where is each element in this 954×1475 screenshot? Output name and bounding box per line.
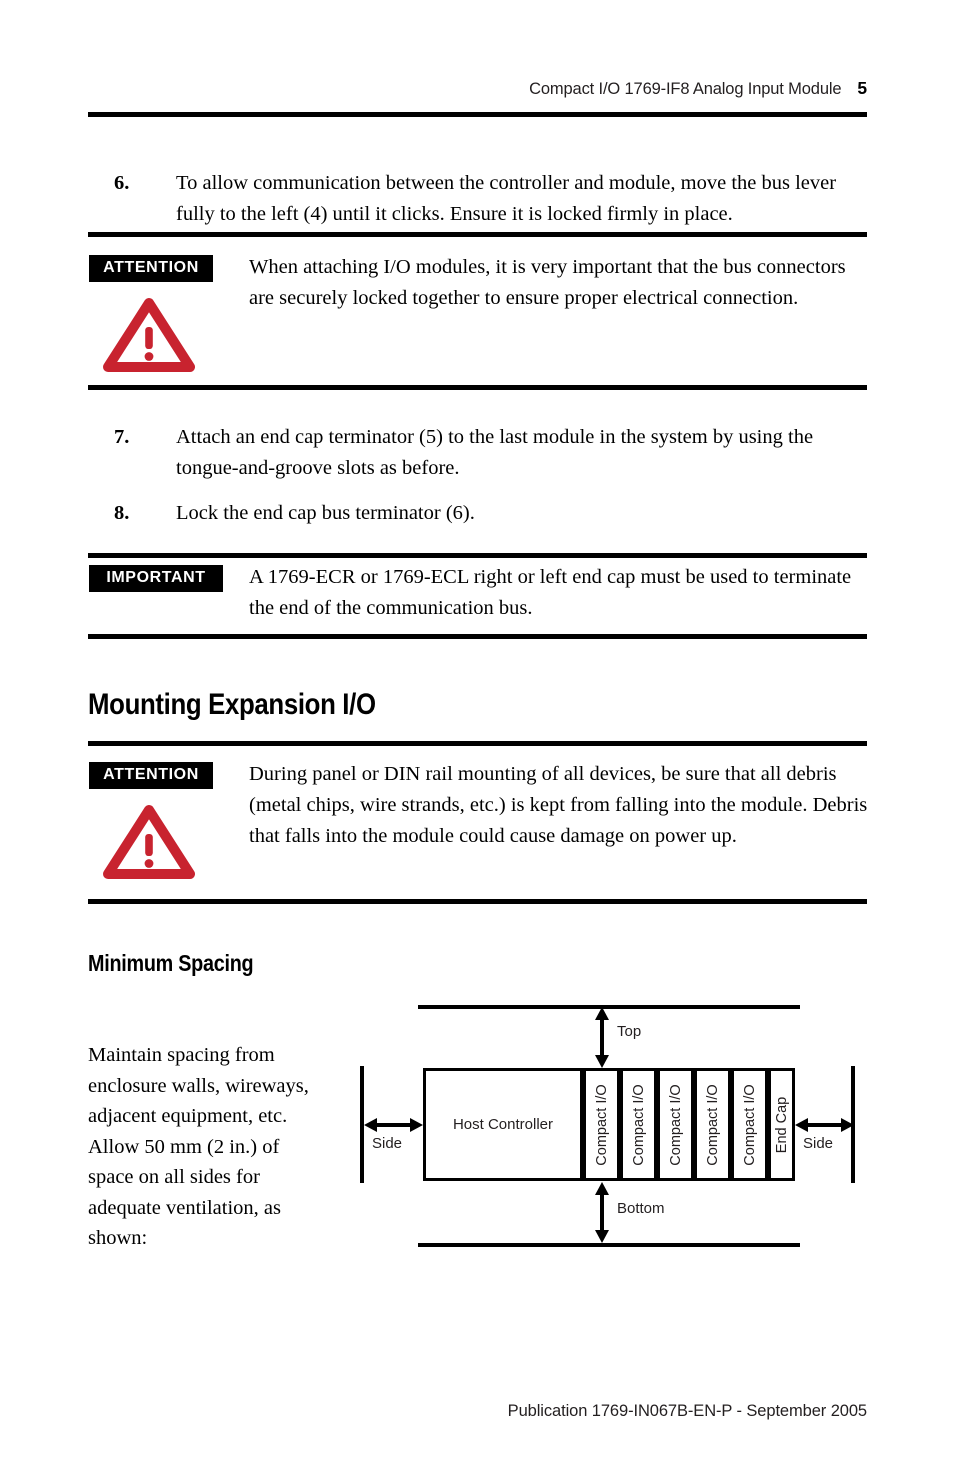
- step-6-number: 6.: [114, 172, 130, 194]
- compact-io-module-3: Compact I/O: [657, 1068, 694, 1181]
- top-gap-arrow: [594, 1007, 610, 1068]
- page-header: Compact I/O 1769-IF8 Analog Input Module…: [88, 78, 867, 99]
- minimum-spacing-diagram: Host Controller Compact I/O Compact I/O …: [355, 995, 865, 1257]
- compact-io-label-3: Compact I/O: [667, 1083, 684, 1166]
- step-8-text: Lock the end cap bus terminator (6).: [176, 502, 475, 524]
- spacing-paragraph: Maintain spacing from enclosure walls, w…: [88, 1044, 309, 1249]
- rule-above-attention-1: [88, 232, 867, 237]
- step-7: 7. Attach an end cap terminator (5) to t…: [114, 422, 859, 484]
- side-gap-label-right: Side: [803, 1135, 834, 1152]
- attention-tag-2: ATTENTION: [89, 762, 213, 789]
- section-heading-minimum-spacing: Minimum Spacing: [88, 950, 254, 976]
- attention-tag-1: ATTENTION: [89, 255, 213, 282]
- host-controller-label: Host Controller: [452, 1116, 554, 1133]
- rule-above-important: [88, 553, 867, 558]
- rule-below-attention-2: [88, 899, 867, 904]
- attention-text-1: When attaching I/O modules, it is very i…: [249, 256, 846, 309]
- side-gap-arrow-right: [795, 1117, 854, 1133]
- compact-io-label-1: Compact I/O: [593, 1083, 610, 1166]
- header-rule: [88, 112, 867, 117]
- rule-below-mounting-heading: [88, 741, 867, 746]
- side-gap-label-left: Side: [372, 1135, 403, 1152]
- step-7-text: Attach an end cap terminator (5) to the …: [176, 426, 814, 479]
- header-title: Compact I/O 1769-IF8 Analog Input Module: [529, 80, 842, 98]
- page-footer: Publication 1769-IN067B-EN-P - September…: [507, 1402, 867, 1420]
- page-number: 5: [857, 78, 867, 98]
- compact-io-label-4: Compact I/O: [704, 1083, 721, 1166]
- important-text: A 1769-ECR or 1769-ECL right or left end…: [249, 566, 852, 619]
- warning-triangle-icon: [103, 804, 195, 880]
- bottom-gap-arrow: [594, 1182, 610, 1243]
- compact-io-module-5: Compact I/O: [731, 1068, 768, 1181]
- warning-triangle-icon: [103, 297, 195, 373]
- page-title: Mounting Expansion I/O: [88, 688, 376, 721]
- attention-text-2: During panel or DIN rail mounting of all…: [249, 763, 868, 847]
- document-page: Compact I/O 1769-IF8 Analog Input Module…: [0, 0, 954, 1475]
- host-controller-box: Host Controller: [423, 1068, 583, 1181]
- end-cap-label: End Cap: [773, 1096, 790, 1153]
- step-6-text: To allow communication between the contr…: [176, 172, 837, 225]
- end-cap-box: End Cap: [768, 1068, 795, 1181]
- top-gap-label: Top: [617, 1023, 642, 1040]
- compact-io-module-1: Compact I/O: [583, 1068, 620, 1181]
- compact-io-label-2: Compact I/O: [630, 1083, 647, 1166]
- step-6: 6. To allow communication between the co…: [114, 168, 859, 230]
- compact-io-label-5: Compact I/O: [741, 1083, 758, 1166]
- compact-io-module-2: Compact I/O: [620, 1068, 657, 1181]
- step-7-number: 7.: [114, 426, 130, 448]
- step-8-number: 8.: [114, 502, 130, 524]
- rule-below-attention-1: [88, 385, 867, 390]
- bottom-gap-label: Bottom: [617, 1200, 665, 1217]
- side-gap-arrow-left: [364, 1117, 423, 1133]
- step-8: 8. Lock the end cap bus terminator (6).: [114, 498, 859, 529]
- rule-below-important: [88, 634, 867, 639]
- compact-io-module-4: Compact I/O: [694, 1068, 731, 1181]
- important-tag: IMPORTANT: [89, 565, 223, 592]
- enclosure-wall-bottom: [418, 1243, 800, 1247]
